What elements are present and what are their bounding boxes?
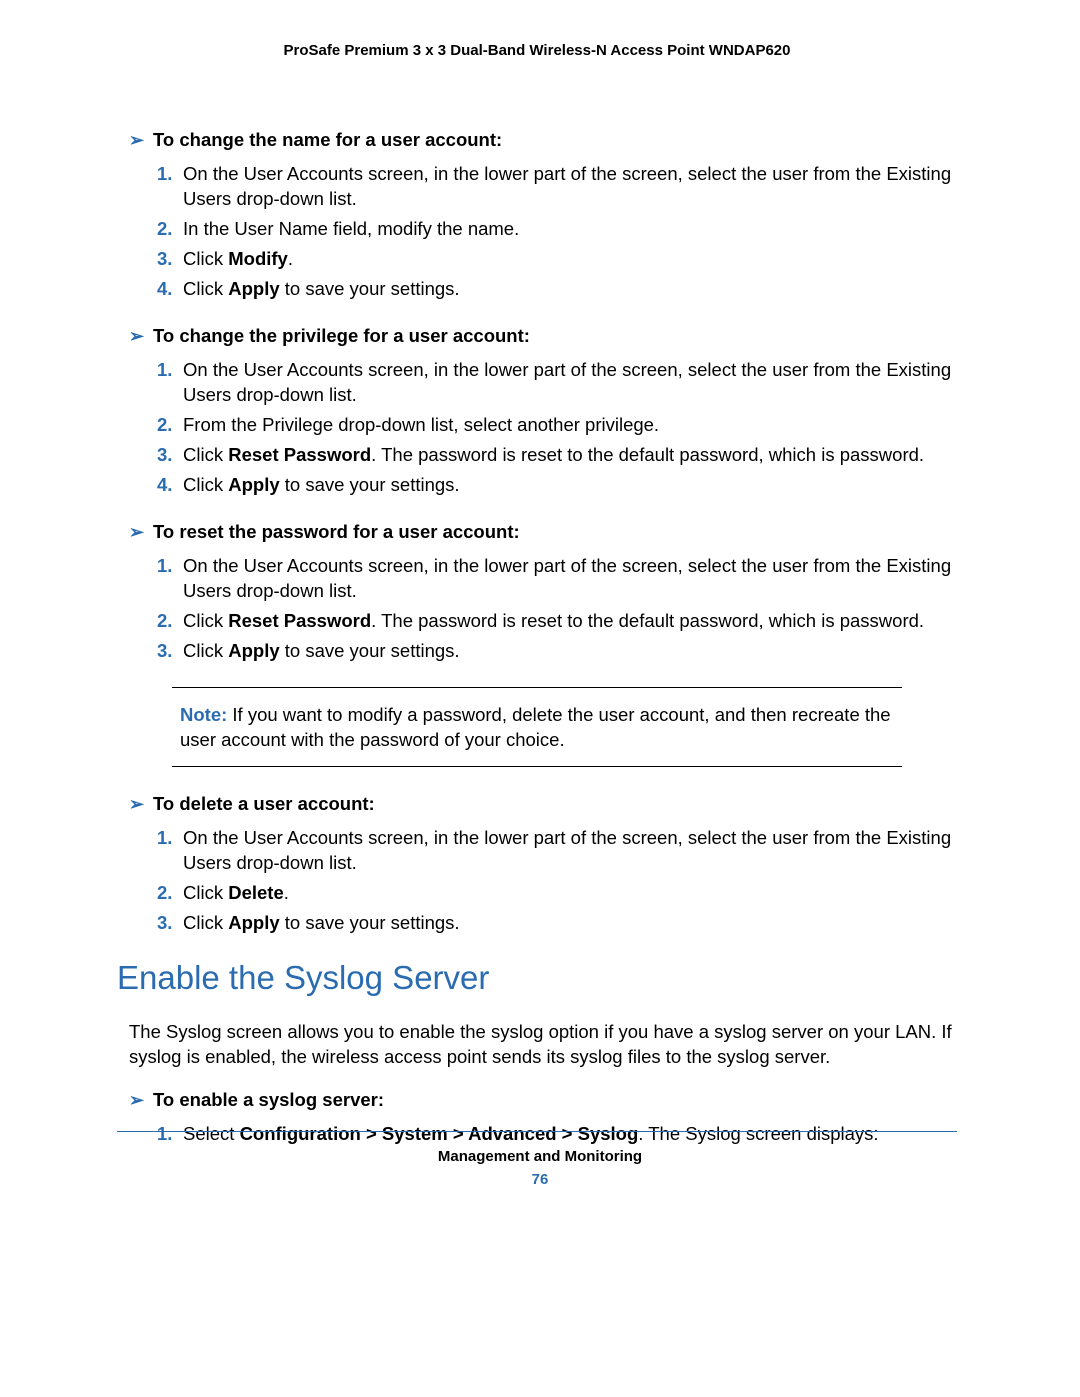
step-text: Click Reset Password. The password is re… [183, 442, 957, 467]
step-text: On the User Accounts screen, in the lowe… [183, 357, 957, 407]
step-text: Click Apply to save your settings. [183, 638, 957, 663]
step-text: Click Apply to save your settings. [183, 472, 957, 497]
steps-list: 1.On the User Accounts screen, in the lo… [157, 553, 957, 663]
footer-rule [117, 1131, 957, 1132]
step: 1.On the User Accounts screen, in the lo… [157, 161, 957, 211]
step-text: On the User Accounts screen, in the lowe… [183, 553, 957, 603]
step-text: In the User Name field, modify the name. [183, 216, 957, 241]
step-text: Click Apply to save your settings. [183, 276, 957, 301]
step: 2.In the User Name field, modify the nam… [157, 216, 957, 241]
note-text: If you want to modify a password, delete… [180, 704, 891, 750]
step-text: Select Configuration > System > Advanced… [183, 1121, 957, 1146]
task-reset-password: ➢ To reset the password for a user accou… [129, 521, 957, 663]
section-paragraph: The Syslog screen allows you to enable t… [129, 1019, 957, 1069]
step-text: Click Modify. [183, 246, 957, 271]
step-text: Click Delete. [183, 880, 957, 905]
task-title: ➢ To enable a syslog server: [129, 1089, 957, 1111]
task-title-text: To change the name for a user account: [153, 129, 502, 151]
chevron-right-icon: ➢ [129, 522, 153, 543]
step-text: On the User Accounts screen, in the lowe… [183, 161, 957, 211]
step: 4.Click Apply to save your settings. [157, 472, 957, 497]
steps-list: 1.On the User Accounts screen, in the lo… [157, 161, 957, 301]
step: 1.On the User Accounts screen, in the lo… [157, 357, 957, 407]
task-title-text: To change the privilege for a user accou… [153, 325, 530, 347]
chevron-right-icon: ➢ [129, 1090, 153, 1111]
note-box: Note: If you want to modify a password, … [172, 687, 902, 767]
section-heading-syslog: Enable the Syslog Server [117, 959, 957, 997]
task-title: ➢ To change the name for a user account: [129, 129, 957, 151]
step-num: 1. [157, 161, 183, 211]
step: 4.Click Apply to save your settings. [157, 276, 957, 301]
step: 2.Click Delete. [157, 880, 957, 905]
step: 3.Click Apply to save your settings. [157, 638, 957, 663]
step: 2.Click Reset Password. The password is … [157, 608, 957, 633]
doc-header: ProSafe Premium 3 x 3 Dual-Band Wireless… [117, 42, 957, 59]
step-num: 3. [157, 910, 183, 935]
step-num: 4. [157, 276, 183, 301]
task-delete-user: ➢ To delete a user account: 1.On the Use… [129, 793, 957, 935]
step-num: 2. [157, 412, 183, 437]
note-label: Note: [180, 704, 227, 725]
step-num: 1. [157, 553, 183, 603]
step-num: 1. [157, 1121, 183, 1146]
steps-list: 1.Select Configuration > System > Advanc… [157, 1121, 957, 1146]
step: 3.Click Modify. [157, 246, 957, 271]
step-num: 2. [157, 216, 183, 241]
task-title-text: To reset the password for a user account… [153, 521, 520, 543]
step-num: 4. [157, 472, 183, 497]
step: 3.Click Apply to save your settings. [157, 910, 957, 935]
step: 3.Click Reset Password. The password is … [157, 442, 957, 467]
step-num: 3. [157, 638, 183, 663]
step: 1.On the User Accounts screen, in the lo… [157, 825, 957, 875]
task-title-text: To enable a syslog server: [153, 1089, 384, 1111]
step: 2.From the Privilege drop-down list, sel… [157, 412, 957, 437]
step-num: 2. [157, 608, 183, 633]
step: 1.Select Configuration > System > Advanc… [157, 1121, 957, 1146]
task-enable-syslog: ➢ To enable a syslog server: 1.Select Co… [129, 1089, 957, 1146]
step-num: 3. [157, 246, 183, 271]
step-num: 1. [157, 825, 183, 875]
steps-list: 1.On the User Accounts screen, in the lo… [157, 825, 957, 935]
footer-chapter: Management and Monitoring [0, 1148, 1080, 1165]
task-title: ➢ To change the privilege for a user acc… [129, 325, 957, 347]
chevron-right-icon: ➢ [129, 794, 153, 815]
task-change-privilege: ➢ To change the privilege for a user acc… [129, 325, 957, 497]
step-text: Click Reset Password. The password is re… [183, 608, 957, 633]
step-text: Click Apply to save your settings. [183, 910, 957, 935]
step-num: 3. [157, 442, 183, 467]
footer-page-number: 76 [0, 1171, 1080, 1188]
page-footer: Management and Monitoring 76 [0, 1148, 1080, 1188]
task-title: ➢ To delete a user account: [129, 793, 957, 815]
steps-list: 1.On the User Accounts screen, in the lo… [157, 357, 957, 497]
page-content: ProSafe Premium 3 x 3 Dual-Band Wireless… [117, 0, 957, 1170]
step-num: 2. [157, 880, 183, 905]
chevron-right-icon: ➢ [129, 130, 153, 151]
step: 1.On the User Accounts screen, in the lo… [157, 553, 957, 603]
task-change-name: ➢ To change the name for a user account:… [129, 129, 957, 301]
step-text: On the User Accounts screen, in the lowe… [183, 825, 957, 875]
step-text: From the Privilege drop-down list, selec… [183, 412, 957, 437]
chevron-right-icon: ➢ [129, 326, 153, 347]
task-title: ➢ To reset the password for a user accou… [129, 521, 957, 543]
step-num: 1. [157, 357, 183, 407]
task-title-text: To delete a user account: [153, 793, 375, 815]
